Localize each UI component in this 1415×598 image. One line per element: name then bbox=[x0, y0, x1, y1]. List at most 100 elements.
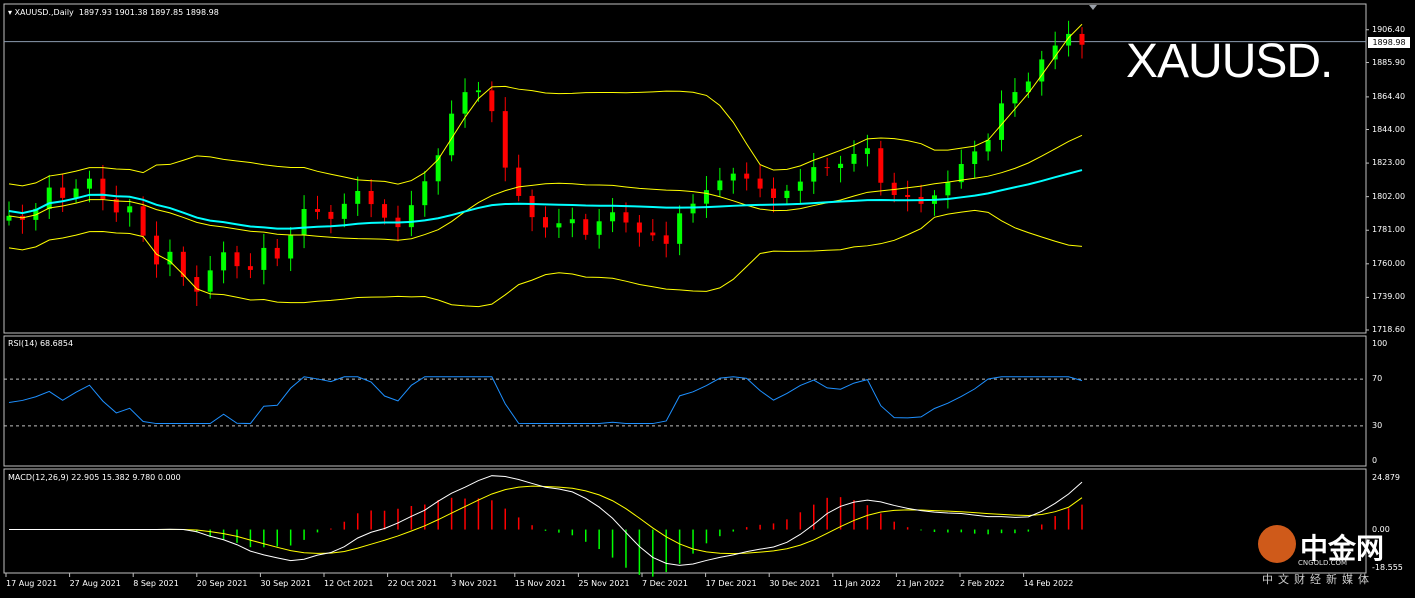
rsi-line bbox=[8, 376, 1083, 425]
time-label: 15 Nov 2021 bbox=[514, 579, 567, 588]
candle-body bbox=[1079, 33, 1085, 45]
price-label: 1760.00 bbox=[1372, 258, 1406, 268]
candle-body bbox=[730, 173, 736, 181]
candle-body bbox=[771, 188, 777, 198]
candle-body bbox=[127, 206, 133, 213]
symbol-watermark: XAUUSD. bbox=[1126, 35, 1333, 88]
logo-subtitle: 中文财经新媒体 bbox=[1262, 573, 1374, 586]
candle-body bbox=[60, 187, 66, 198]
candle-body bbox=[489, 90, 495, 112]
candle-body bbox=[569, 219, 575, 224]
candle-body bbox=[408, 205, 414, 228]
candle-body bbox=[86, 178, 92, 189]
current-price-tag: 1898.98 bbox=[1368, 36, 1410, 48]
candle-body bbox=[529, 195, 535, 218]
candle-body bbox=[811, 167, 817, 182]
time-label: 7 Dec 2021 bbox=[642, 579, 689, 588]
candle-body bbox=[328, 211, 334, 219]
candle-body bbox=[985, 139, 991, 152]
rsi-label: 0 bbox=[1372, 456, 1378, 465]
candle-body bbox=[502, 111, 508, 168]
rsi-panel-frame bbox=[3, 335, 1367, 467]
macd-line bbox=[9, 475, 1083, 566]
candle-body bbox=[1012, 92, 1018, 104]
candle-body bbox=[301, 209, 307, 236]
candle-body bbox=[596, 221, 602, 235]
price-label: 1739.00 bbox=[1372, 292, 1406, 302]
candle-body bbox=[355, 190, 361, 204]
candle-body bbox=[623, 212, 629, 223]
candle-body bbox=[945, 182, 951, 196]
candle-body bbox=[221, 252, 227, 271]
time-label: 17 Dec 2021 bbox=[705, 579, 757, 588]
candle-body bbox=[636, 222, 642, 233]
macd-signal-line bbox=[9, 485, 1083, 555]
time-label: 27 Aug 2021 bbox=[69, 579, 121, 588]
macd-panel-frame bbox=[3, 468, 1367, 574]
candle-body bbox=[663, 235, 669, 244]
macd-header: MACD(12,26,9) 22.905 15.382 9.780 0.000 bbox=[8, 473, 181, 482]
time-label: 14 Feb 2022 bbox=[1023, 579, 1074, 588]
candle-body bbox=[556, 223, 562, 228]
candle-body bbox=[824, 167, 830, 169]
rsi-header: RSI(14) 68.6854 bbox=[8, 339, 74, 348]
candle-body bbox=[717, 180, 723, 191]
time-label: 21 Jan 2022 bbox=[896, 579, 945, 588]
candle-body bbox=[154, 235, 160, 265]
candle-body bbox=[864, 148, 870, 154]
candle-body bbox=[140, 206, 146, 236]
candle-body bbox=[757, 178, 763, 189]
candle-body bbox=[610, 212, 616, 222]
candle-body bbox=[516, 167, 522, 196]
chart-shift-marker bbox=[1089, 5, 1097, 10]
candle-body bbox=[207, 270, 213, 292]
price-label: 1823.00 bbox=[1372, 158, 1406, 168]
candle-body bbox=[247, 266, 253, 270]
candle-body bbox=[288, 235, 294, 259]
candle-body bbox=[341, 203, 347, 219]
candle-body bbox=[784, 190, 790, 198]
candle-body bbox=[462, 92, 468, 114]
candle-body bbox=[851, 153, 857, 164]
chart-window: ▾ XAUUSD.,Daily 1897.93 1901.38 1897.85 … bbox=[0, 0, 1415, 598]
rsi-label: 30 bbox=[1372, 420, 1383, 430]
price-label: 1885.90 bbox=[1372, 57, 1406, 67]
price-label: 1864.40 bbox=[1372, 91, 1406, 101]
candle-body bbox=[905, 194, 911, 197]
candle-body bbox=[274, 247, 280, 259]
candle-body bbox=[314, 209, 320, 212]
chart-canvas[interactable] bbox=[0, 0, 1415, 598]
candle-body bbox=[100, 178, 106, 200]
time-label: 22 Oct 2021 bbox=[387, 579, 438, 588]
logo-url: CNGOLD.COM bbox=[1298, 559, 1348, 567]
logo-icon bbox=[1258, 525, 1296, 563]
candle-body bbox=[543, 217, 548, 228]
candle-body bbox=[583, 219, 589, 235]
candle-body bbox=[73, 188, 79, 198]
price-label: 1781.00 bbox=[1372, 225, 1406, 235]
price-label: 1906.40 bbox=[1372, 24, 1406, 34]
price-label: 1844.00 bbox=[1372, 124, 1406, 134]
time-label: 25 Nov 2021 bbox=[578, 579, 630, 588]
time-label: 11 Jan 2022 bbox=[832, 579, 881, 588]
time-label: 3 Nov 2021 bbox=[451, 579, 498, 588]
time-label: 17 Aug 2021 bbox=[6, 579, 58, 588]
candle-body bbox=[797, 181, 803, 191]
time-label: 12 Oct 2021 bbox=[324, 579, 374, 588]
price-label: 1718.60 bbox=[1372, 325, 1406, 334]
candle-body bbox=[878, 148, 884, 183]
candle-body bbox=[449, 113, 455, 156]
candle-body bbox=[261, 247, 267, 270]
time-label: 8 Sep 2021 bbox=[133, 579, 179, 588]
time-label: 20 Sep 2021 bbox=[196, 579, 248, 588]
bollinger-upper bbox=[8, 23, 1083, 187]
candle-body bbox=[234, 252, 240, 267]
time-label: 2 Feb 2022 bbox=[960, 579, 1005, 588]
candle-body bbox=[382, 204, 388, 218]
time-label: 30 Sep 2021 bbox=[260, 579, 312, 588]
main-header-text: XAUUSD.,Daily 1897.93 1901.38 1897.85 18… bbox=[14, 8, 219, 17]
candle-body bbox=[46, 187, 52, 209]
candle-body bbox=[744, 173, 750, 179]
cngold-logo: 中金网 CNGOLD.COM 中文财经新媒体 bbox=[1256, 525, 1406, 595]
candle-body bbox=[475, 90, 481, 93]
